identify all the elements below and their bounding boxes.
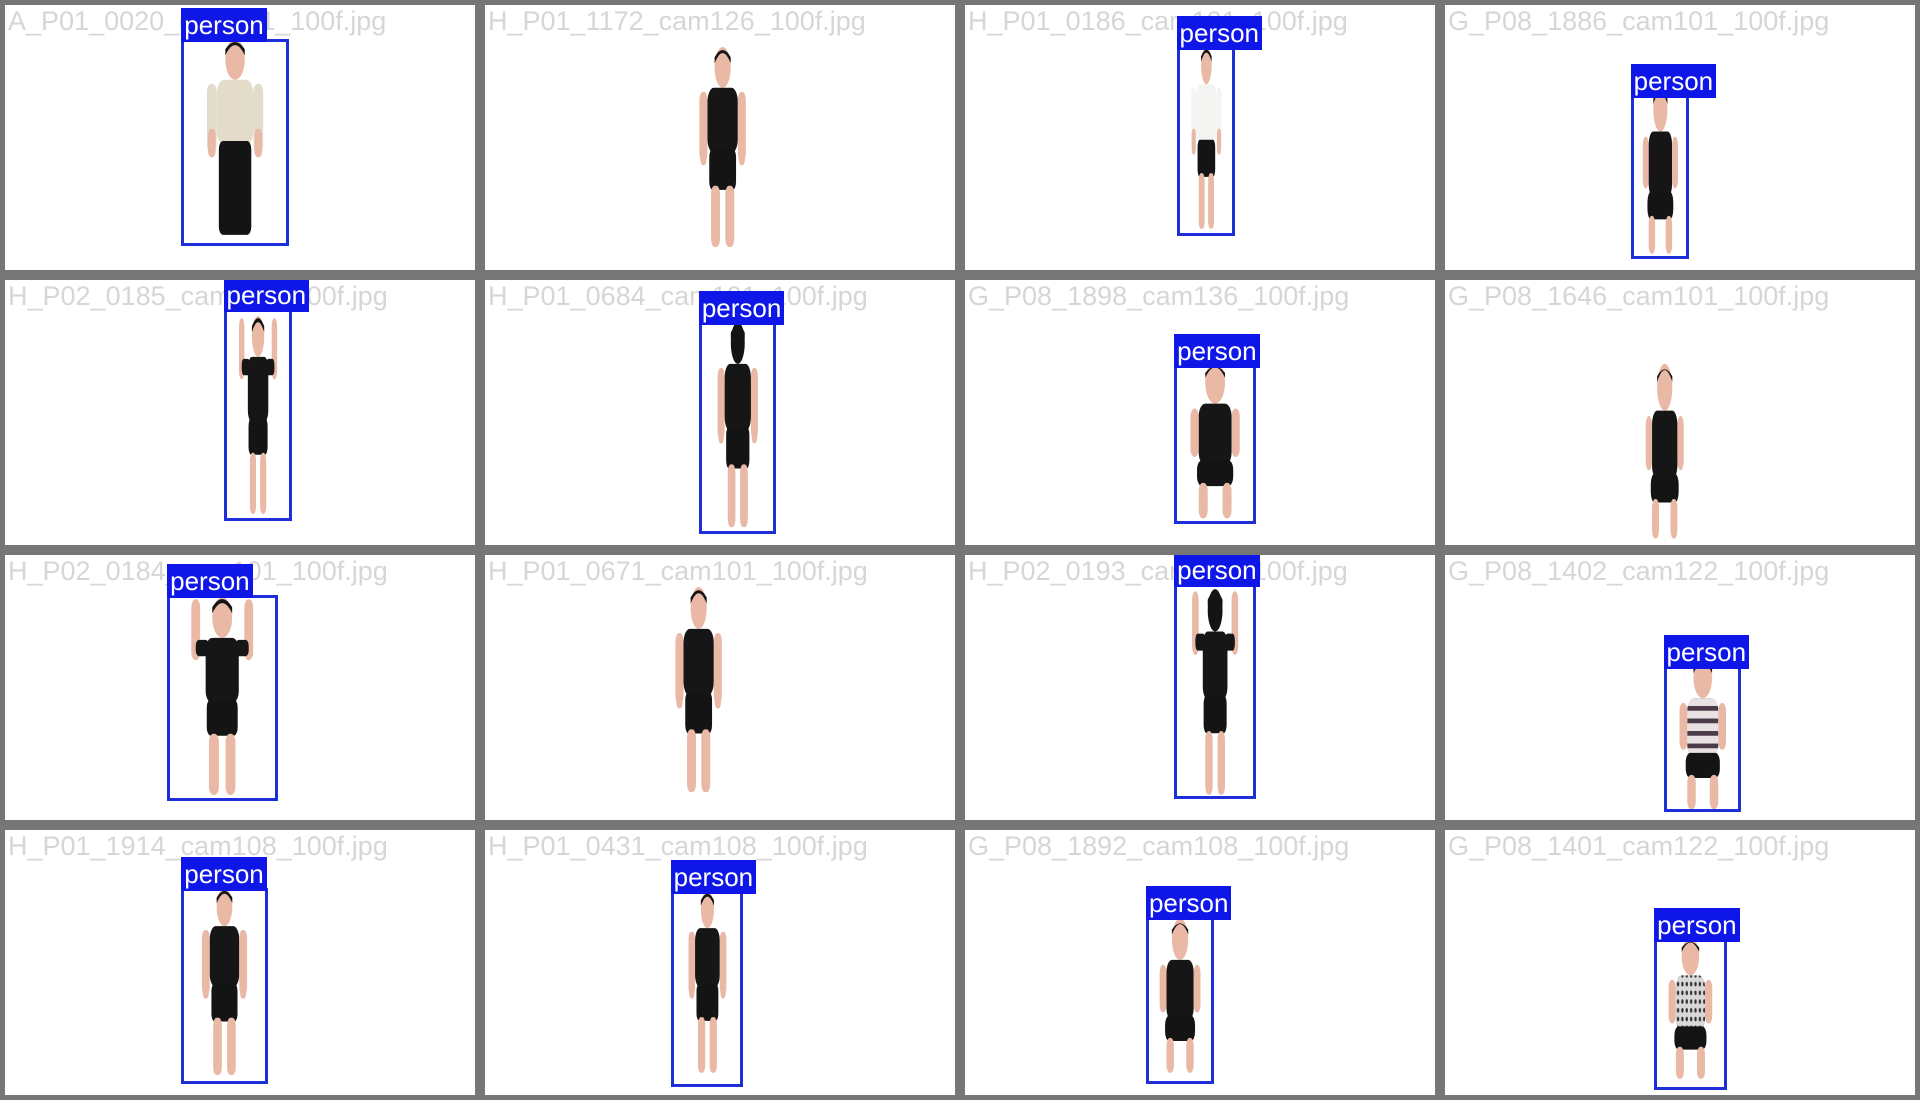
image-tile[interactable]: H_P01_0186_cam101_100f.jpg person bbox=[965, 5, 1435, 270]
detection-label: person bbox=[1174, 333, 1260, 368]
image-tile[interactable]: A_P01_0020_cam101_100f.jpg person bbox=[5, 5, 475, 270]
image-tile[interactable]: G_P08_1892_cam108_100f.jpg person bbox=[965, 830, 1435, 1095]
person-figure bbox=[1633, 362, 1696, 542]
image-tile[interactable]: G_P08_1886_cam101_100f.jpg person bbox=[1445, 5, 1915, 270]
image-tile[interactable]: H_P01_1914_cam108_100f.jpg person bbox=[5, 830, 475, 1095]
detection-label: person bbox=[1174, 555, 1260, 588]
detection-box: person bbox=[1663, 635, 1750, 813]
tile-filename: H_P01_0431_cam108_100f.jpg bbox=[488, 831, 868, 861]
image-grid: A_P01_0020_cam101_100f.jpg person H_P01_1… bbox=[0, 0, 1920, 1100]
tile-filename: H_P01_0684_cam101_100f.jpg bbox=[488, 281, 868, 311]
detection-label: person bbox=[1630, 64, 1717, 99]
image-tile[interactable]: H_P01_1172_cam126_100f.jpg bbox=[485, 5, 955, 270]
image-tile[interactable]: H_P02_0184_cam101_100f.jpg person bbox=[5, 555, 475, 820]
detection-box: person bbox=[698, 291, 785, 535]
person-figure bbox=[678, 47, 767, 251]
detection-box: person bbox=[1176, 16, 1262, 236]
tile-filename: G_P08_1898_cam136_100f.jpg bbox=[968, 281, 1350, 311]
tile-filename: G_P08_1892_cam108_100f.jpg bbox=[968, 831, 1350, 861]
detection-box: person bbox=[1174, 333, 1260, 524]
tile-filename: H_P01_1172_cam126_100f.jpg bbox=[488, 6, 866, 36]
detection-box: person bbox=[181, 8, 290, 247]
detection-label: person bbox=[167, 563, 253, 598]
image-tile[interactable]: G_P08_1402_cam122_100f.jpg person bbox=[1445, 555, 1915, 820]
detection-label: person bbox=[223, 280, 310, 313]
detection-box: person bbox=[1630, 64, 1717, 260]
detection-label: person bbox=[181, 8, 267, 43]
detection-label: person bbox=[698, 291, 785, 326]
tile-filename: G_P08_1401_cam122_100f.jpg bbox=[1448, 831, 1830, 861]
tile-filename: H_P02_0193_cam101_100f.jpg bbox=[968, 556, 1348, 586]
detection-box: person bbox=[1654, 907, 1740, 1090]
tile-filename: G_P08_1886_cam101_100f.jpg bbox=[1448, 6, 1830, 36]
detection-box: person bbox=[1145, 886, 1232, 1085]
image-tile[interactable]: G_P08_1401_cam122_100f.jpg person bbox=[1445, 830, 1915, 1095]
image-tile[interactable]: G_P08_1646_cam101_100f.jpg bbox=[1445, 280, 1915, 545]
detection-label: person bbox=[670, 859, 757, 894]
image-tile[interactable]: G_P08_1898_cam136_100f.jpg person bbox=[965, 280, 1435, 545]
detection-box: person bbox=[1174, 555, 1260, 799]
detection-box: person bbox=[181, 857, 269, 1085]
image-tile[interactable]: H_P02_0193_cam101_100f.jpg person bbox=[965, 555, 1435, 820]
detection-box: person bbox=[223, 280, 310, 522]
image-tile[interactable]: H_P01_0684_cam101_100f.jpg person bbox=[485, 280, 955, 545]
tile-filename: H_P01_0186_cam101_100f.jpg bbox=[968, 6, 1348, 36]
detection-label: person bbox=[1663, 635, 1750, 670]
detection-box: person bbox=[670, 859, 757, 1088]
detection-box: person bbox=[167, 563, 278, 802]
image-tile[interactable]: H_P02_0185_cam101_100f.jpg person bbox=[5, 280, 475, 545]
image-tile[interactable]: H_P01_0671_cam101_100f.jpg bbox=[485, 555, 955, 820]
detection-label: person bbox=[1176, 16, 1262, 51]
detection-label: person bbox=[1145, 886, 1232, 921]
tile-filename: H_P01_0671_cam101_100f.jpg bbox=[488, 556, 868, 586]
person-figure bbox=[654, 586, 743, 796]
tile-filename: H_P02_0185_cam101_100f.jpg bbox=[8, 281, 388, 311]
tile-filename: G_P08_1646_cam101_100f.jpg bbox=[1448, 281, 1830, 311]
image-tile[interactable]: H_P01_0431_cam108_100f.jpg person bbox=[485, 830, 955, 1095]
detection-label: person bbox=[181, 857, 267, 892]
detection-label: person bbox=[1654, 907, 1740, 942]
tile-filename: G_P08_1402_cam122_100f.jpg bbox=[1448, 556, 1830, 586]
